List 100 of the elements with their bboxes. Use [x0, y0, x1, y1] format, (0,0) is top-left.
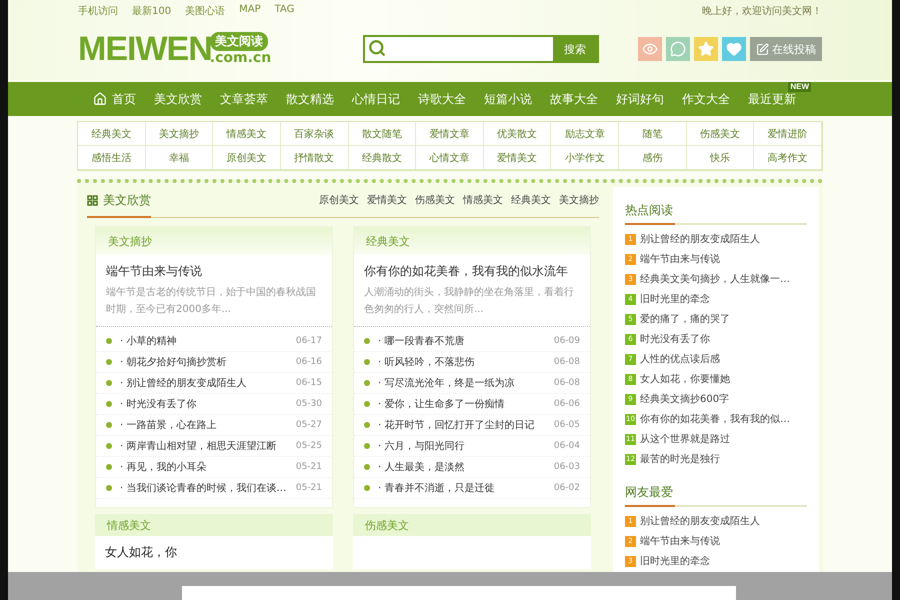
article-link[interactable]: 别让曾经的朋友变成陌生人: [640, 514, 760, 528]
article-date: 06-06: [554, 399, 580, 409]
article-link[interactable]: 端午节由来与传说: [640, 252, 720, 266]
article-link[interactable]: 旧时光里的牵念: [640, 554, 710, 568]
category-link[interactable]: 美文摘抄: [146, 122, 214, 146]
article-link[interactable]: · 两岸青山相对望，相思天涯望江断: [120, 439, 296, 453]
article-link[interactable]: · 听风轻吟，不落悲伤: [378, 355, 554, 369]
article-date: 05-21: [296, 483, 322, 493]
category-link[interactable]: 原创美文: [213, 146, 281, 170]
article-link[interactable]: 经典美文摘抄600字: [640, 392, 730, 406]
article-date: 05-30: [296, 399, 322, 409]
article-link[interactable]: · 六月，与阳光同行: [378, 439, 554, 453]
category-link[interactable]: 小学作文: [551, 146, 620, 170]
top-link[interactable]: TAG: [274, 4, 294, 18]
article-link[interactable]: · 哪一段青春不荒唐: [378, 334, 554, 348]
article-link[interactable]: · 朝花夕拾好句摘抄赏析: [120, 355, 296, 369]
category-link[interactable]: 情感美文: [213, 122, 281, 146]
category-link[interactable]: 爱情文章: [416, 122, 484, 146]
nav-link[interactable]: 心情日记: [343, 90, 409, 108]
top-link[interactable]: 最新100: [132, 4, 172, 18]
article-link[interactable]: · 再见，我的小耳朵: [120, 460, 296, 474]
bullet-icon: [106, 338, 112, 344]
article-link[interactable]: 时光没有丢了你: [640, 332, 710, 346]
category-link[interactable]: 快乐: [686, 146, 754, 170]
article-link[interactable]: 爱的痛了，痛的哭了: [640, 312, 730, 326]
category-link[interactable]: 经典散文: [348, 146, 416, 170]
section-tab[interactable]: 伤感美文: [415, 193, 455, 207]
article-link[interactable]: 旧时光里的牵念: [640, 292, 710, 306]
article-link[interactable]: · 别让曾经的朋友变成陌生人: [120, 376, 296, 390]
top-link[interactable]: MAP: [239, 4, 261, 18]
category-link[interactable]: 爱情进阶: [754, 122, 822, 146]
nav-link[interactable]: 作文大全: [673, 90, 739, 108]
article-link[interactable]: · 一路苗景，心在路上: [120, 418, 296, 432]
nav-link[interactable]: 诗歌大全: [409, 90, 475, 108]
section-tab[interactable]: 经典美文: [511, 193, 551, 207]
category-link[interactable]: 高考作文: [754, 146, 822, 170]
logo-wordmark: MEIWEN: [78, 32, 212, 66]
grid-icon: [87, 195, 98, 206]
article-link[interactable]: · 当我们谈论青春的时候，我们在谈…: [120, 481, 296, 495]
category-link[interactable]: 经典美文: [78, 122, 146, 146]
article-link[interactable]: · 人生最美，是淡然: [378, 460, 554, 474]
card-title: 经典美文: [354, 227, 590, 255]
category-link[interactable]: 心情文章: [416, 146, 484, 170]
bullet-icon: [106, 464, 112, 470]
article-date: 06-16: [296, 357, 322, 367]
article-date: 05-25: [296, 441, 322, 451]
article-link[interactable]: 你有你的如花美眷，我有我的似…: [640, 412, 790, 426]
search-field[interactable]: 搜索: [363, 35, 599, 63]
category-link[interactable]: 爱情美文: [484, 146, 552, 170]
nav-link[interactable]: 美文欣赏: [145, 90, 211, 108]
article-link[interactable]: 端午节由来与传说: [640, 534, 720, 548]
top-link[interactable]: 手机访问: [78, 4, 118, 18]
bullet-icon: [106, 443, 112, 449]
nav-link[interactable]: 首页: [84, 90, 145, 108]
category-link[interactable]: 散文随笔: [348, 122, 416, 146]
category-link[interactable]: 感伤: [619, 146, 687, 170]
article-link[interactable]: 经典美文美句摘抄，人生就像一…: [640, 272, 790, 286]
article-link[interactable]: 别让曾经的朋友变成陌生人: [640, 232, 760, 246]
category-link[interactable]: 感悟生活: [78, 146, 146, 170]
nav-link[interactable]: 故事大全: [541, 90, 607, 108]
category-link[interactable]: 幸福: [146, 146, 214, 170]
article-link[interactable]: · 写尽流光沧年，终是一纸为凉: [378, 376, 554, 390]
nav-link[interactable]: 短篇小说: [475, 90, 541, 108]
eye-icon[interactable]: [638, 37, 662, 61]
article-summary: 端午节是古老的传统节日，始于中国的春秋战国时期，至今已有2000多年...: [96, 284, 332, 327]
edit-icon: [756, 42, 769, 56]
article-link[interactable]: · 花开时节，回忆打开了尘封的日记: [378, 418, 554, 432]
category-link[interactable]: 百家杂谈: [280, 122, 349, 146]
article-link[interactable]: · 时光没有丢了你: [120, 397, 296, 411]
article-link[interactable]: 从这个世界就是路过: [640, 432, 730, 446]
category-link[interactable]: 优美散文: [484, 122, 552, 146]
section-tab[interactable]: 美文摘抄: [559, 193, 599, 207]
article-link[interactable]: 最苦的时光是独行: [640, 452, 720, 466]
category-link[interactable]: 抒情散文: [280, 146, 349, 170]
section-tab[interactable]: 爱情美文: [367, 193, 407, 207]
article-link[interactable]: · 爱你，让生命多了一份痴情: [378, 397, 554, 411]
bullet-icon: [364, 464, 370, 470]
greeting-text: 晚上好，欢迎访问美文网！: [702, 4, 822, 18]
nav-link[interactable]: 散文精选: [277, 90, 343, 108]
section-tab[interactable]: 原创美文: [319, 193, 359, 207]
top-link[interactable]: 美图心语: [185, 4, 226, 18]
nav-link[interactable]: 好词好句: [607, 90, 673, 108]
article-link[interactable]: · 青春并不消逝，只是迁徙: [378, 481, 554, 495]
article-link[interactable]: 女人如花，你要懂她: [640, 372, 730, 386]
article-headline[interactable]: 女人如花，你: [95, 536, 333, 569]
nav-link[interactable]: 文章荟萃: [211, 90, 277, 108]
category-link[interactable]: 励志文章: [551, 122, 620, 146]
article-link[interactable]: · 小草的精神: [120, 334, 296, 348]
article-headline[interactable]: 你有你的如花美眷，我有我的似水流年: [354, 255, 590, 284]
submit-button[interactable]: 在线投稿: [750, 37, 822, 61]
article-headline[interactable]: 端午节由来与传说: [96, 255, 332, 284]
section-tab[interactable]: 情感美文: [463, 193, 503, 207]
sidebar-title: 热点阅读: [625, 191, 807, 225]
article-link[interactable]: 人性的优点读后感: [640, 352, 720, 366]
search-button[interactable]: 搜索: [553, 37, 597, 61]
chat-icon[interactable]: [666, 37, 690, 61]
category-link[interactable]: 随笔: [619, 122, 687, 146]
nav-link[interactable]: 最近更新: [739, 90, 805, 108]
category-link[interactable]: 伤感美文: [686, 122, 754, 146]
bullet-icon: [364, 338, 370, 344]
